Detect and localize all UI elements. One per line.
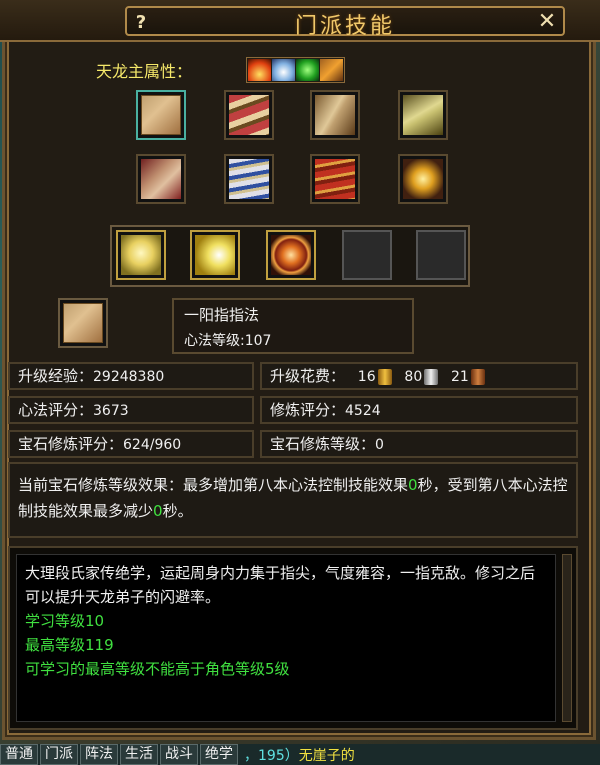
gem-level-value: 0 bbox=[375, 437, 384, 453]
description-text: 大理段氏家传绝学，运起周身内力集于指尖，气度雍容，一指克敌。修习之后可以提升天龙… bbox=[25, 564, 536, 606]
blue-book-icon bbox=[229, 159, 269, 199]
copper-ingot-icon bbox=[470, 369, 485, 385]
chat-tab-sect[interactable]: 门派 bbox=[40, 744, 78, 765]
book-slot-7[interactable] bbox=[310, 154, 360, 204]
book-slot-6[interactable] bbox=[224, 154, 274, 204]
gem-score-row: 宝石修炼评分：624/960 bbox=[8, 430, 254, 458]
chat-tab-battle[interactable]: 战斗 bbox=[160, 744, 198, 765]
gem-effect-box: 当前宝石修炼等级效果：最多增加第八本心法控制技能效果0秒，受到第八本心法控制技能… bbox=[8, 462, 578, 538]
golden-burst-skill-icon bbox=[195, 235, 235, 275]
gem-level-row: 宝石修炼等级：0 bbox=[260, 430, 578, 458]
gem-score-value: 624/960 bbox=[123, 437, 182, 453]
upgrade-cost-row: 升级花费： 16 80 21 bbox=[260, 362, 578, 390]
silver-ingot-icon bbox=[424, 369, 439, 385]
scroll-book-icon bbox=[141, 95, 181, 135]
xinfa-score-value: 3673 bbox=[93, 403, 129, 419]
close-button[interactable]: ✕ bbox=[534, 10, 560, 36]
red-book-icon bbox=[315, 159, 355, 199]
learn-level: 学习等级10 bbox=[25, 612, 105, 630]
selected-skill-info: 一阳指指法 心法等级:107 bbox=[172, 298, 414, 354]
chat-tab-life[interactable]: 生活 bbox=[120, 744, 158, 765]
selected-book-icon bbox=[58, 298, 108, 348]
xiulian-score-label: 修炼评分： bbox=[270, 401, 346, 419]
skill-slot-2[interactable] bbox=[190, 230, 240, 280]
open-book-icon bbox=[315, 95, 355, 135]
window-title: 门派技能 bbox=[294, 14, 395, 39]
upgrade-cost-label: 升级花费： bbox=[270, 367, 346, 385]
max-level: 最高等级119 bbox=[25, 636, 114, 654]
chat-bar: 普通 门派 阵法 生活 战斗 绝学 ，195） 无崖子的 bbox=[0, 744, 600, 765]
chat-message-name[interactable]: 无崖子的 bbox=[299, 745, 355, 765]
fire-aura-skill-icon bbox=[271, 235, 311, 275]
cost-gold-value: 16 bbox=[357, 369, 376, 385]
skill-slot-4-empty[interactable] bbox=[342, 230, 392, 280]
description-text-area: 大理段氏家传绝学，运起周身内力集于指尖，气度雍容，一指克敌。修习之后可以提升天龙… bbox=[16, 554, 556, 722]
ice-element-icon bbox=[272, 59, 295, 81]
xiulian-score-value: 4524 bbox=[345, 403, 381, 419]
fire-element-icon bbox=[248, 59, 271, 81]
book-slot-5[interactable] bbox=[136, 154, 186, 204]
xinfa-score-row: 心法评分：3673 bbox=[8, 396, 254, 424]
scroll-book-icon bbox=[63, 303, 103, 343]
book-slot-3[interactable] bbox=[310, 90, 360, 140]
thunder-element-icon bbox=[320, 59, 343, 81]
cost-copper-value: 21 bbox=[451, 369, 469, 385]
help-button[interactable]: ? bbox=[128, 10, 154, 36]
cost-silver-value: 80 bbox=[404, 369, 423, 385]
gold-ingot-icon bbox=[377, 369, 392, 385]
level-restriction: 可学习的最高等级不能高于角色等级5级 bbox=[25, 660, 290, 678]
skill-description-box: 大理段氏家传绝学，运起周身内力集于指尖，气度雍容，一指克敌。修习之后可以提升天龙… bbox=[8, 546, 578, 730]
book-slot-2[interactable] bbox=[224, 90, 274, 140]
open-book-icon bbox=[403, 95, 443, 135]
chat-tab-formation[interactable]: 阵法 bbox=[80, 744, 118, 765]
skill-slot-5-empty[interactable] bbox=[416, 230, 466, 280]
attribute-icons bbox=[246, 57, 345, 83]
skill-slot-3[interactable] bbox=[266, 230, 316, 280]
chat-tab-normal[interactable]: 普通 bbox=[0, 744, 38, 765]
book-slot-4[interactable] bbox=[398, 90, 448, 140]
book-slot-1[interactable] bbox=[136, 90, 186, 140]
finger-skill-icon bbox=[121, 235, 161, 275]
effect-text-3: 秒。 bbox=[162, 502, 193, 520]
xiulian-score-row: 修炼评分：4524 bbox=[260, 396, 578, 424]
upgrade-exp-row: 升级经验：29248380 bbox=[8, 362, 254, 390]
xinfa-level: 心法等级:107 bbox=[184, 333, 272, 349]
effect-value-1: 0 bbox=[408, 476, 418, 494]
gem-score-label: 宝石修炼评分： bbox=[18, 435, 124, 453]
upgrade-exp-label: 升级经验： bbox=[18, 367, 94, 385]
description-scrollbar[interactable] bbox=[562, 554, 572, 722]
skill-name: 一阳指指法 bbox=[184, 306, 260, 324]
upgrade-exp-value: 29248380 bbox=[93, 369, 165, 385]
book-slot-8[interactable] bbox=[398, 154, 448, 204]
xinfa-score-label: 心法评分： bbox=[18, 401, 94, 419]
chat-message-prefix: ，195） bbox=[244, 747, 299, 764]
golden-orb-icon bbox=[403, 159, 443, 199]
gem-level-label: 宝石修炼等级： bbox=[270, 435, 376, 453]
chat-tab-unique[interactable]: 绝学 bbox=[200, 744, 238, 765]
scroll-bundle-icon bbox=[229, 95, 269, 135]
effect-value-2: 0 bbox=[153, 502, 163, 520]
effect-text-1: 当前宝石修炼等级效果：最多增加第八本心法控制技能效果 bbox=[18, 476, 409, 494]
figure-manual-icon bbox=[141, 159, 181, 199]
skill-slot-1[interactable] bbox=[116, 230, 166, 280]
poison-element-icon bbox=[296, 59, 319, 81]
main-attribute-label: 天龙主属性： bbox=[96, 62, 193, 81]
